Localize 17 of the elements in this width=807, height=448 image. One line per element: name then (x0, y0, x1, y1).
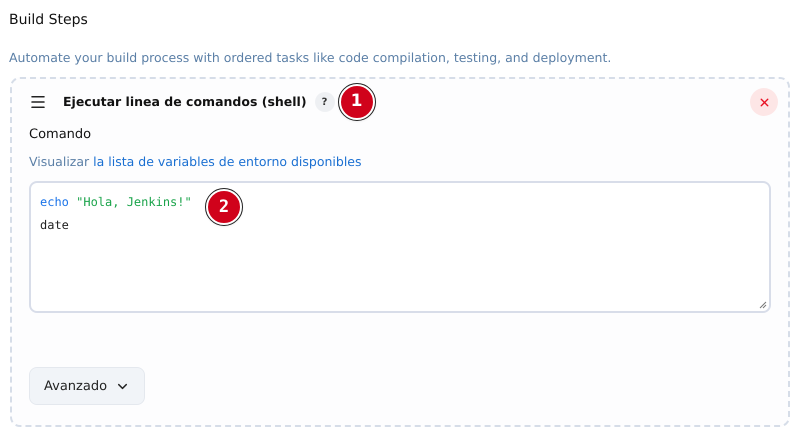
section-title: Build Steps (9, 11, 89, 30)
help-button[interactable]: ? (314, 92, 335, 112)
command-editor[interactable]: echo "Hola, Jenkins!" date 2 (29, 181, 771, 314)
callout-badge: 1 (338, 84, 375, 120)
callout-badge: 2 (206, 189, 242, 226)
code-line: echo "Hola, Jenkins!" (40, 194, 192, 212)
field-label: Comando (29, 126, 92, 144)
step-title: Ejecutar linea de comandos (shell) (63, 92, 307, 111)
variables-link[interactable]: la lista de variables de entorno disponibles (93, 152, 362, 172)
link-prefix: Visualizar (29, 152, 90, 170)
section-description: Automate your build process with ordered tasks like code compilation, testing, and deployment. (9, 49, 612, 67)
close-icon (758, 96, 770, 108)
advanced-button[interactable]: Avanzado (29, 367, 146, 406)
resize-grip-icon[interactable] (759, 301, 767, 310)
drag-handle-icon[interactable] (29, 93, 47, 111)
close-button[interactable] (750, 88, 778, 116)
code-line: date (40, 217, 69, 234)
